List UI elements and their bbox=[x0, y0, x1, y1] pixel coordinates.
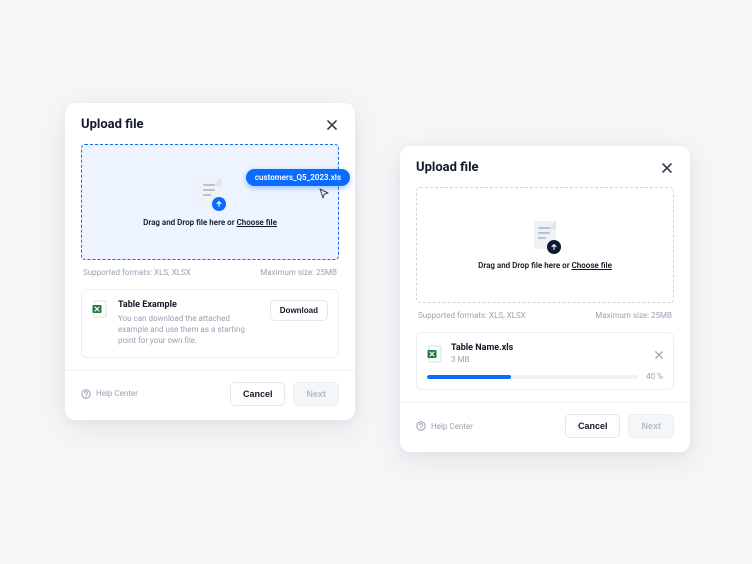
max-size: Maximum size: 25MB bbox=[595, 311, 672, 320]
xls-file-icon bbox=[427, 345, 443, 363]
dragging-file-chip: customers_Q5_2023.xls bbox=[246, 169, 350, 186]
progress-track bbox=[427, 375, 638, 379]
help-center-link[interactable]: Help Center bbox=[81, 389, 138, 399]
supported-formats: Supported formats: XLS, XLSX bbox=[418, 311, 526, 320]
dialog-footer: Help Center Cancel Next bbox=[65, 371, 355, 420]
xls-file-icon bbox=[92, 300, 108, 318]
help-icon bbox=[416, 421, 426, 431]
file-upload-icon bbox=[533, 221, 557, 251]
dialog-title: Upload file bbox=[81, 117, 144, 132]
max-size: Maximum size: 25MB bbox=[260, 268, 337, 277]
dropzone-active[interactable]: Drag and Drop file here or Choose file c… bbox=[81, 144, 339, 260]
example-title: Table Example bbox=[118, 300, 260, 310]
example-desc: You can download the attached example an… bbox=[118, 313, 260, 347]
progress-fill bbox=[427, 375, 511, 379]
dialog-header: Upload file bbox=[65, 103, 355, 144]
progress-percent: 40 % bbox=[646, 372, 663, 381]
dropzone[interactable]: Drag and Drop file here or Choose file bbox=[416, 187, 674, 303]
close-icon bbox=[327, 120, 337, 130]
supported-formats: Supported formats: XLS, XLSX bbox=[83, 268, 191, 277]
upload-dialog-dragging: Upload file Drag and Drop file here or C… bbox=[65, 103, 355, 420]
cancel-button[interactable]: Cancel bbox=[565, 414, 621, 438]
help-icon bbox=[81, 389, 91, 399]
upload-arrow-icon bbox=[212, 197, 226, 211]
dropzone-text: Drag and Drop file here or Choose file bbox=[478, 261, 612, 270]
next-button[interactable]: Next bbox=[628, 414, 674, 438]
uploading-file-row: Table Name.xls 3 MB 40 % bbox=[416, 332, 674, 390]
close-button[interactable] bbox=[660, 161, 674, 175]
choose-file-link[interactable]: Choose file bbox=[572, 261, 612, 270]
uploading-file-name: Table Name.xls bbox=[451, 343, 513, 353]
choose-file-link[interactable]: Choose file bbox=[237, 218, 277, 227]
cancel-button[interactable]: Cancel bbox=[230, 382, 286, 406]
upload-arrow-icon bbox=[547, 240, 561, 254]
dialog-header: Upload file bbox=[400, 146, 690, 187]
close-icon bbox=[655, 351, 663, 359]
dialog-title: Upload file bbox=[416, 160, 479, 175]
example-file-row: Table Example You can download the attac… bbox=[81, 289, 339, 358]
file-upload-icon bbox=[198, 178, 222, 208]
download-example-button[interactable]: Download bbox=[270, 300, 328, 321]
dropzone-hints: Supported formats: XLS, XLSX Maximum siz… bbox=[416, 303, 674, 332]
cursor-icon bbox=[318, 185, 330, 197]
upload-dialog-progress: Upload file Drag and Drop file here or C… bbox=[400, 146, 690, 452]
dialog-footer: Help Center Cancel Next bbox=[400, 403, 690, 452]
dropzone-text: Drag and Drop file here or Choose file bbox=[143, 218, 277, 227]
close-button[interactable] bbox=[325, 118, 339, 132]
close-icon bbox=[662, 163, 672, 173]
uploading-file-size: 3 MB bbox=[451, 355, 513, 364]
help-center-link[interactable]: Help Center bbox=[416, 421, 473, 431]
next-button[interactable]: Next bbox=[293, 382, 339, 406]
progress: 40 % bbox=[427, 372, 663, 381]
dropzone-hints: Supported formats: XLS, XLSX Maximum siz… bbox=[81, 260, 339, 289]
remove-file-button[interactable] bbox=[655, 344, 663, 363]
